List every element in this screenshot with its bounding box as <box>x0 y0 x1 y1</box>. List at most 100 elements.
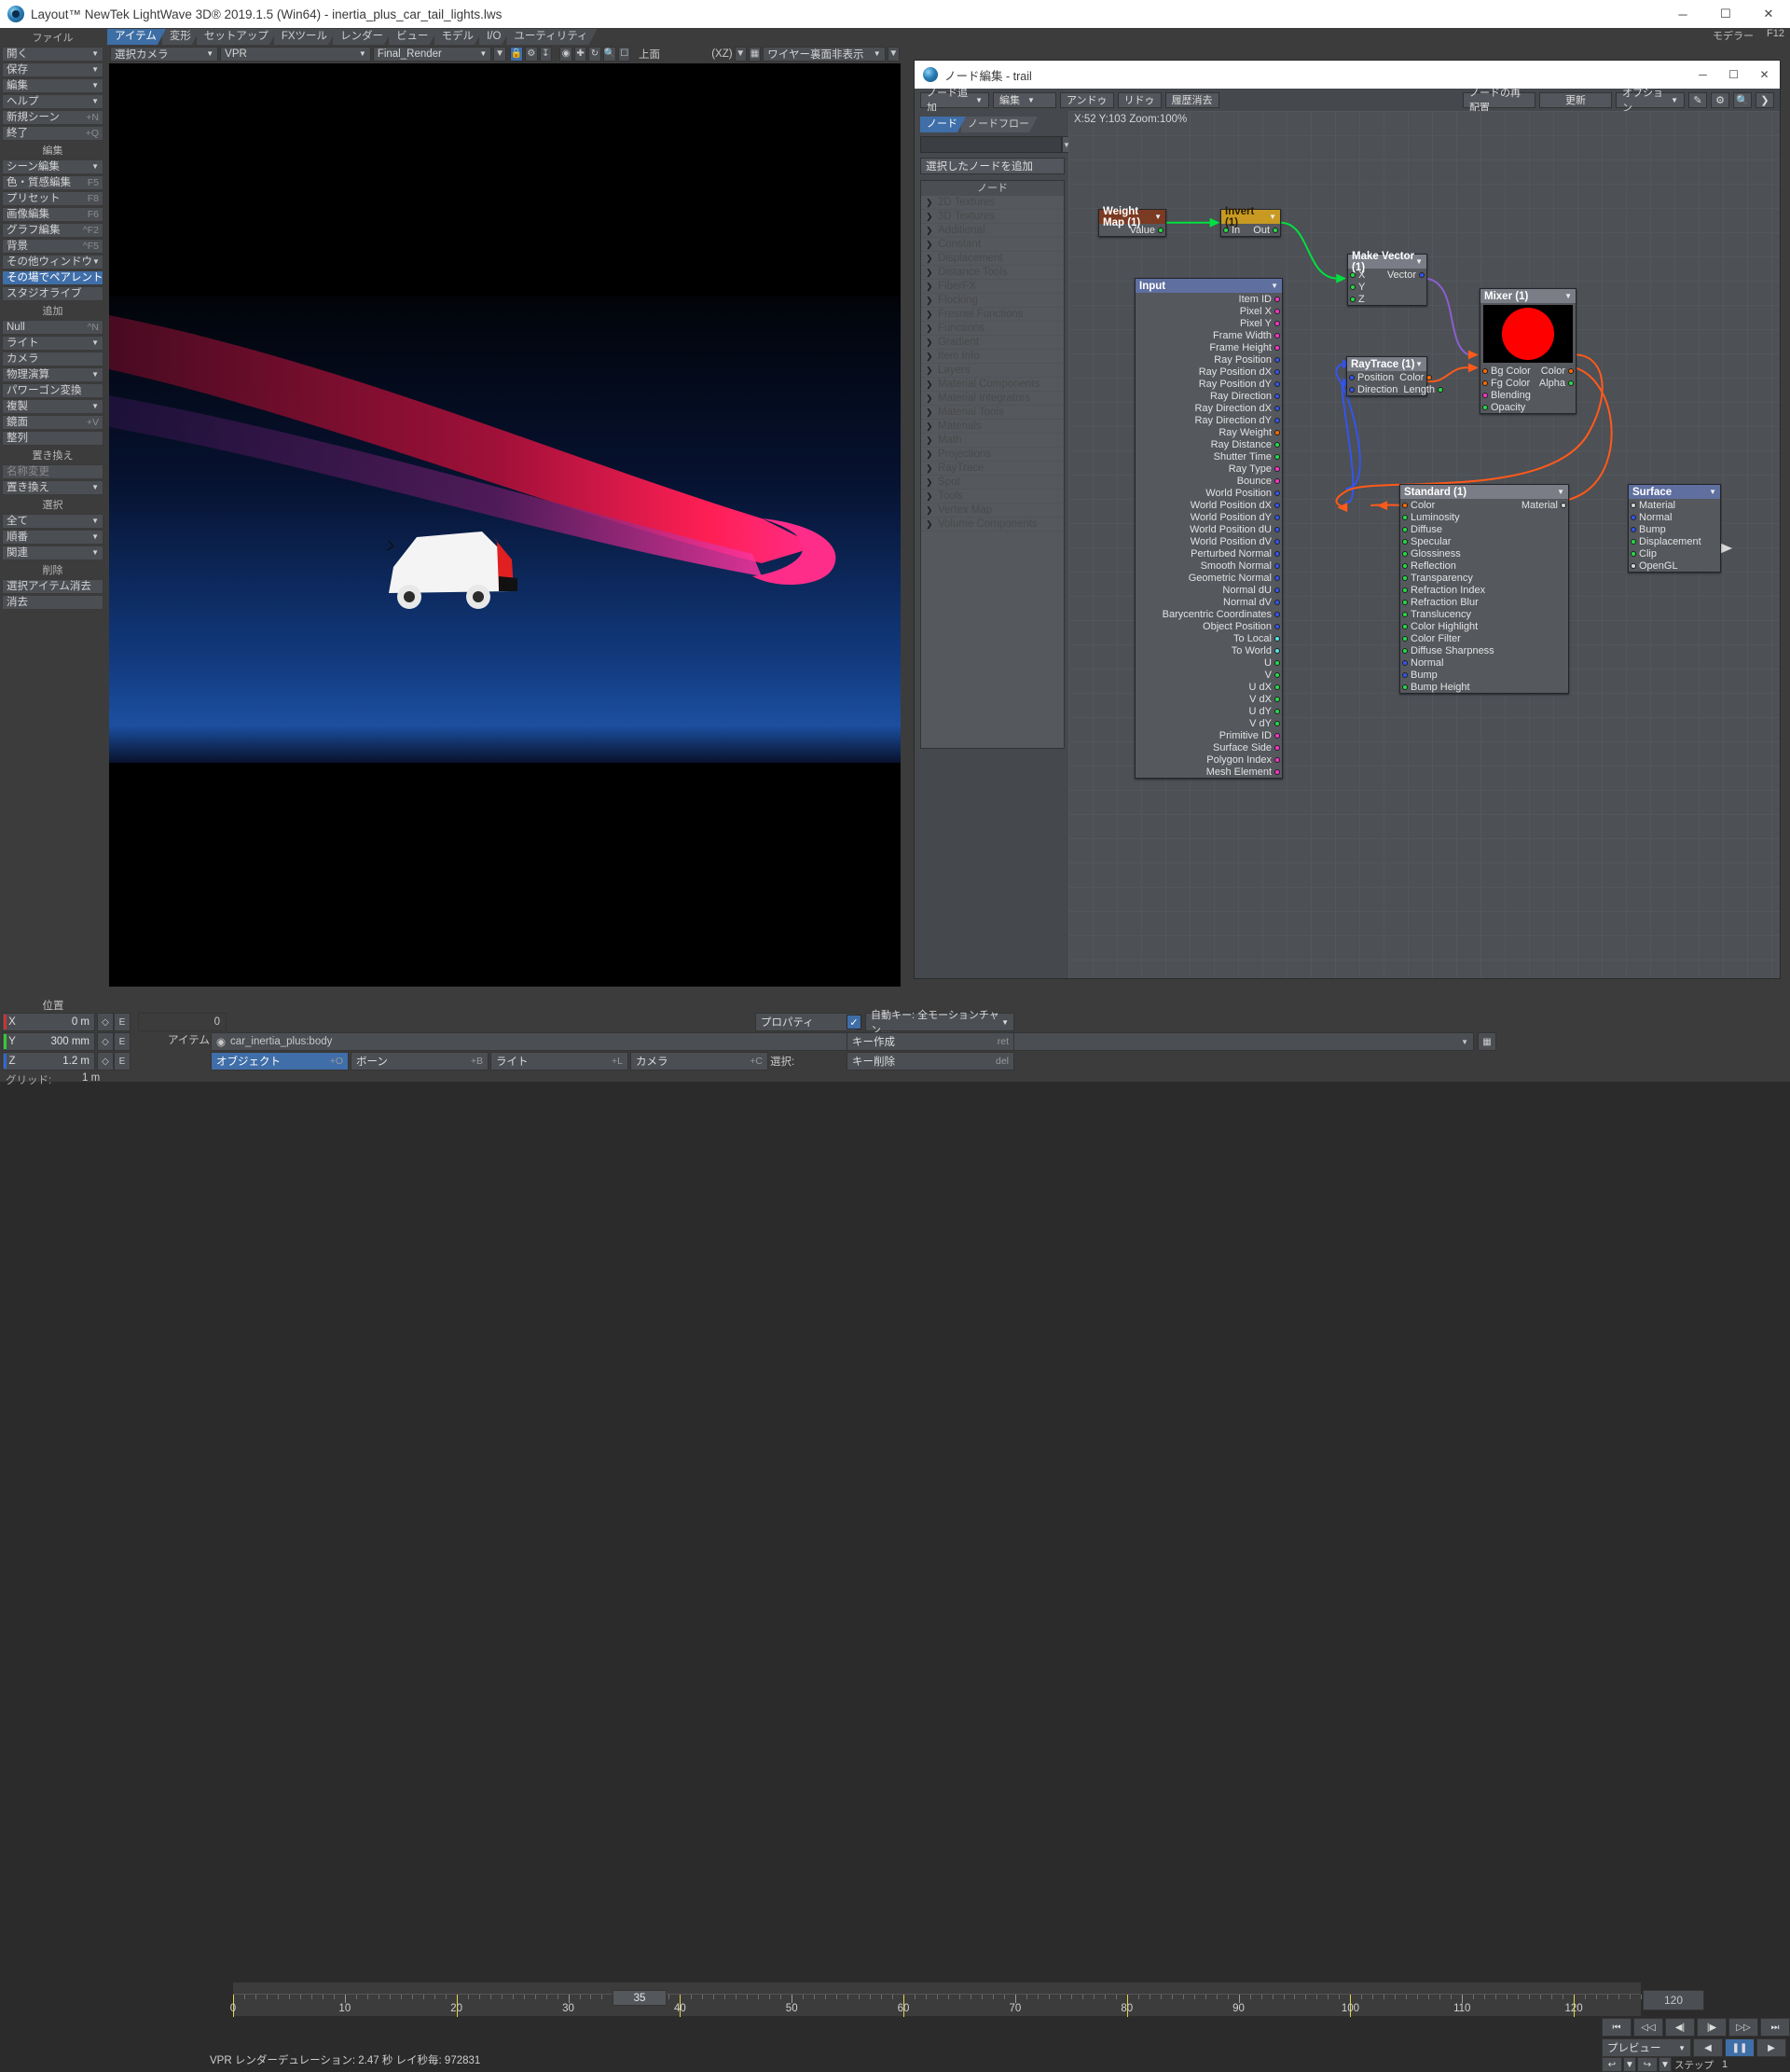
sidebar-item-3-0[interactable]: 名称変更 <box>2 464 103 479</box>
sidebar-item-0-4[interactable]: 新規シーン +N <box>2 110 103 125</box>
port-dot-output[interactable] <box>1274 332 1280 338</box>
node-port-row[interactable]: Refraction Index <box>1400 584 1568 596</box>
node-canvas[interactable]: X:52 Y:103 Zoom:100% Weight Map (1) ▼ Va… <box>1068 111 1780 978</box>
node-port-row[interactable]: Diffuse Sharpness <box>1400 644 1568 656</box>
sidebar-item-3-1[interactable]: 置き換え ▼ <box>2 480 103 495</box>
node-port-row[interactable]: Bounce <box>1136 475 1282 487</box>
coord-z[interactable]: Z 1.2 m <box>2 1052 95 1071</box>
node-port-row[interactable]: Ray Distance <box>1136 438 1282 450</box>
play-reverse-button[interactable]: ◀ <box>1693 2038 1723 2057</box>
node-port-row[interactable]: Ray Direction <box>1136 390 1282 402</box>
node-port-row[interactable]: V dX <box>1136 693 1282 705</box>
ne-minimize-button[interactable]: ─ <box>1687 61 1718 89</box>
sidebar-item-1-2[interactable]: プリセット F8 <box>2 191 103 206</box>
node-category-item[interactable]: ❯ FiberFX <box>921 280 1064 294</box>
sidebar-item-1-0[interactable]: シーン編集 ▼ <box>2 159 103 174</box>
port-dot-output[interactable] <box>1274 490 1280 496</box>
node-port-row[interactable]: Pixel Y <box>1136 317 1282 329</box>
current-frame-indicator[interactable]: 35 <box>613 1990 667 2006</box>
port-dot-output[interactable] <box>1274 744 1280 751</box>
port-dot-output[interactable] <box>1273 227 1278 233</box>
node-raytrace[interactable]: RayTrace (1) ▼ Position Color Direction Lengt… <box>1346 356 1444 396</box>
timeline-ruler[interactable]: 0102030405060708090100110120 <box>230 1994 1642 2017</box>
node-port-row[interactable]: Specular <box>1400 535 1568 547</box>
node-port-row[interactable]: Color Filter <box>1400 632 1568 644</box>
node-header[interactable]: Input ▼ <box>1136 279 1282 293</box>
sidebar-item-1-7[interactable]: その場でペアレント <box>2 270 103 285</box>
node-port-row[interactable]: Item ID <box>1136 293 1282 305</box>
node-port-row[interactable]: Ray Weight <box>1136 426 1282 438</box>
port-dot-output[interactable] <box>1274 320 1280 326</box>
node-category-item[interactable]: ❯ Fresnel Functions <box>921 308 1064 322</box>
item-list-button[interactable]: ▦ <box>1478 1032 1496 1051</box>
port-dot-output[interactable] <box>1274 465 1280 472</box>
sidebar-item-0-0[interactable]: 開く ▼ <box>2 47 103 62</box>
preset-dropdown-button[interactable]: ▼ <box>493 46 506 62</box>
node-category-item[interactable]: ❯ Material Tools <box>921 406 1064 420</box>
node-port-row[interactable]: World Position dX <box>1136 499 1282 511</box>
sidebar-item-0-5[interactable]: 終了 +Q <box>2 126 103 141</box>
sidebar-item-5-0[interactable]: 選択アイテム消去 <box>2 579 103 594</box>
node-port-row[interactable]: World Position <box>1136 487 1282 499</box>
step-back-dropdown[interactable]: ▼ <box>1623 2057 1636 2072</box>
port-dot-output[interactable] <box>1274 550 1280 557</box>
rearrange-nodes-button[interactable]: ノードの再配置 <box>1463 88 1535 114</box>
node-category-item[interactable]: ❯ Math <box>921 434 1064 448</box>
render-preset-select[interactable]: Final_Render ▼ <box>372 46 492 62</box>
node-port-row[interactable]: Refraction Blur <box>1400 596 1568 608</box>
node-port-row[interactable]: Perturbed Normal <box>1136 547 1282 559</box>
sidebar-item-2-7[interactable]: 整列 <box>2 431 103 446</box>
node-port-row[interactable]: Bump <box>1629 523 1720 535</box>
search-icon-button[interactable]: 🔍 <box>1733 91 1752 108</box>
tab-1[interactable]: 変形 <box>162 29 200 45</box>
port-dot-output[interactable] <box>1274 623 1280 629</box>
port-dot-output[interactable] <box>1568 367 1574 374</box>
node-port-row[interactable]: Value <box>1099 224 1165 236</box>
node-port-row[interactable]: Ray Position <box>1136 353 1282 366</box>
node-port-row[interactable]: Opacity <box>1480 401 1576 413</box>
sidebar-item-2-2[interactable]: カメラ <box>2 352 103 366</box>
node-category-item[interactable]: ❯ 3D Textures <box>921 210 1064 224</box>
port-dot-output[interactable] <box>1274 562 1280 569</box>
end-frame-field[interactable]: 120 <box>1643 1990 1704 2010</box>
edit-menu-button[interactable]: 編集 ▼ <box>993 91 1056 108</box>
node-header[interactable]: Make Vector (1) ▼ <box>1348 251 1426 273</box>
node-port-row[interactable]: Blending <box>1480 389 1576 401</box>
node-port-row[interactable]: Y <box>1348 281 1426 293</box>
sidebar-item-2-4[interactable]: パワーゴン変換 <box>2 383 103 398</box>
node-header[interactable]: RayTrace (1) ▼ <box>1347 357 1426 371</box>
node-category-item[interactable]: ❯ Distance Tools <box>921 266 1064 280</box>
node-port-row[interactable]: World Position dV <box>1136 535 1282 547</box>
node-header[interactable]: Weight Map (1) ▼ <box>1099 206 1165 228</box>
node-input[interactable]: Input ▼ Item ID Pixel X Pixel Y Frame Width Fr… <box>1135 278 1283 779</box>
port-dot-output[interactable] <box>1426 374 1433 380</box>
port-dot-output[interactable] <box>1274 647 1280 654</box>
node-port-row[interactable]: Geometric Normal <box>1136 572 1282 584</box>
mode-bone-button[interactable]: ボーン +B <box>351 1052 489 1071</box>
port-dot-output[interactable] <box>1419 271 1425 278</box>
maximize-view-button[interactable]: ☐ <box>618 46 631 62</box>
camera-select[interactable]: 選択カメラ ▼ <box>110 46 219 62</box>
node-category-item[interactable]: ❯ Spot <box>921 476 1064 490</box>
node-category-item[interactable]: ❯ Displacement <box>921 252 1064 266</box>
node-category-item[interactable]: ❯ Vertex Map <box>921 504 1064 518</box>
port-dot-output[interactable] <box>1274 696 1280 702</box>
node-port-row[interactable]: Mesh Element <box>1136 766 1282 778</box>
port-dot-output[interactable] <box>1274 708 1280 714</box>
vpr-select[interactable]: VPR ▼ <box>220 46 371 62</box>
node-port-row[interactable]: Normal <box>1629 511 1720 523</box>
node-port-row[interactable]: Ray Direction dY <box>1136 414 1282 426</box>
sidebar-item-4-2[interactable]: 関連 ▼ <box>2 546 103 560</box>
step-forward-button[interactable]: ↪ <box>1637 2057 1658 2072</box>
port-dot-output[interactable] <box>1274 344 1280 351</box>
port-dot-output[interactable] <box>1274 393 1280 399</box>
sidebar-item-1-8[interactable]: スタジオライブ <box>2 286 103 301</box>
node-header[interactable]: Mixer (1) ▼ <box>1480 289 1576 303</box>
sidebar-item-0-1[interactable]: 保存 ▼ <box>2 62 103 77</box>
goto-end-button[interactable]: ⏭ <box>1760 2018 1790 2037</box>
mode-object-button[interactable]: オブジェクト +O <box>211 1052 349 1071</box>
node-port-row[interactable]: Bump Height <box>1400 681 1568 693</box>
node-category-item[interactable]: ❯ Item Info <box>921 350 1064 364</box>
gear-icon-button[interactable]: ⚙ <box>525 46 538 62</box>
sidebar-item-1-3[interactable]: 画像編集 F6 <box>2 207 103 222</box>
